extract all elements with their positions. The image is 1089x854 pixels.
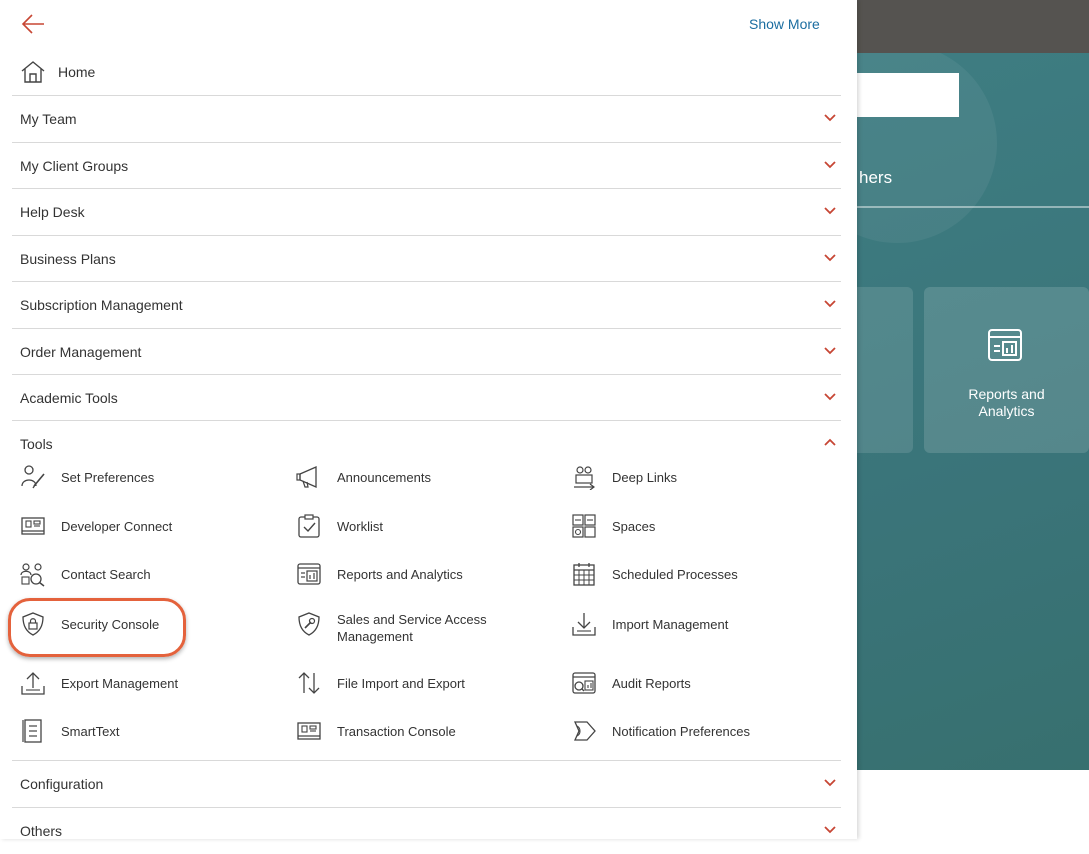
tool-label: File Import and Export xyxy=(337,675,465,691)
tool-import-management[interactable]: Import Management xyxy=(571,604,728,644)
tool-audit-reports[interactable]: Audit Reports xyxy=(571,663,691,703)
transaction-console-icon xyxy=(296,718,322,744)
tool-transaction-console[interactable]: Transaction Console xyxy=(296,711,456,751)
section-my-team[interactable]: My Team xyxy=(12,95,841,142)
home-icon xyxy=(20,59,46,85)
chevron-down-icon xyxy=(823,392,837,402)
tool-label: Announcements xyxy=(337,469,431,485)
worklist-icon xyxy=(296,513,322,539)
tool-smarttext[interactable]: SmartText xyxy=(20,711,120,751)
section-tools[interactable]: Tools xyxy=(12,420,841,452)
smarttext-icon xyxy=(20,718,46,744)
section-label: Subscription Management xyxy=(20,297,183,313)
tool-label: Sales and Service Access Management xyxy=(337,612,487,644)
tool-label: Deep Links xyxy=(612,469,678,485)
section-others[interactable]: Others xyxy=(12,807,841,854)
shield-lock-icon xyxy=(20,611,46,637)
contact-search-icon xyxy=(20,561,46,587)
chevron-down-icon xyxy=(823,113,837,123)
shield-wrench-icon xyxy=(296,611,322,637)
tool-file-import-export[interactable]: File Import and Export xyxy=(296,663,465,703)
tool-label: Scheduled Processes xyxy=(612,566,738,582)
tool-label: Import Management xyxy=(612,616,729,632)
section-subscription-management[interactable]: Subscription Management xyxy=(12,281,841,328)
section-label: Order Management xyxy=(20,344,142,360)
spaces-icon xyxy=(571,513,597,539)
reports-icon xyxy=(985,328,1025,362)
tool-security-console[interactable]: Security Console xyxy=(20,604,159,644)
tool-label: Spaces xyxy=(612,518,656,534)
tool-notification-preferences[interactable]: Notification Preferences xyxy=(571,711,750,751)
section-academic-tools[interactable]: Academic Tools xyxy=(12,374,841,421)
chevron-down-icon xyxy=(823,778,837,788)
tool-label: Audit Reports xyxy=(612,675,691,691)
tool-label: Worklist xyxy=(337,518,383,534)
tool-label: Security Console xyxy=(61,616,160,632)
card-label: Reports and Analytics xyxy=(968,386,1045,419)
app-tab-others[interactable]: hers xyxy=(859,168,892,188)
tool-label: Transaction Console xyxy=(337,723,456,739)
tool-label: Set Preferences xyxy=(61,469,155,485)
show-more-link[interactable]: Show More xyxy=(749,16,820,32)
navigator-drawer: Show More Home My Team My Client Groups … xyxy=(0,0,857,839)
deep-links-icon xyxy=(571,464,597,490)
section-my-client-groups[interactable]: My Client Groups xyxy=(12,142,841,189)
import-icon xyxy=(571,611,597,637)
app-footer-area xyxy=(857,770,1089,839)
notification-icon xyxy=(571,718,597,744)
tool-developer-connect[interactable]: Developer Connect xyxy=(20,506,172,546)
app-card-reports-analytics[interactable]: Reports and Analytics xyxy=(924,287,1089,453)
app-tab-divider xyxy=(857,206,1089,208)
tool-export-management[interactable]: Export Management xyxy=(20,663,178,703)
section-label: Others xyxy=(20,823,63,839)
preferences-icon xyxy=(20,464,46,490)
tool-label: Developer Connect xyxy=(61,518,173,534)
tool-label: Contact Search xyxy=(61,566,151,582)
chevron-down-icon xyxy=(823,160,837,170)
export-icon xyxy=(20,670,46,696)
chevron-down-icon xyxy=(823,253,837,263)
reports-icon xyxy=(296,561,322,587)
tool-label: SmartText xyxy=(61,723,120,739)
section-label: My Team xyxy=(20,111,77,127)
chevron-down-icon xyxy=(823,346,837,356)
home-link[interactable]: Home xyxy=(20,59,95,85)
chevron-down-icon xyxy=(823,825,837,835)
tool-deep-links[interactable]: Deep Links xyxy=(571,457,677,497)
tool-label: Reports and Analytics xyxy=(337,566,463,582)
tool-contact-search[interactable]: Contact Search xyxy=(20,554,151,594)
tool-set-preferences[interactable]: Set Preferences xyxy=(20,457,154,497)
tool-label: Export Management xyxy=(61,675,179,691)
file-import-export-icon xyxy=(296,670,322,696)
section-label: Configuration xyxy=(20,776,104,792)
audit-reports-icon xyxy=(571,670,597,696)
section-label: Tools xyxy=(20,436,53,452)
calendar-icon xyxy=(571,561,597,587)
tool-scheduled-processes[interactable]: Scheduled Processes xyxy=(571,554,738,594)
section-label: My Client Groups xyxy=(20,158,129,174)
section-help-desk[interactable]: Help Desk xyxy=(12,188,841,235)
section-order-management[interactable]: Order Management xyxy=(12,328,841,375)
tool-announcements[interactable]: Announcements xyxy=(296,457,431,497)
section-configuration[interactable]: Configuration xyxy=(12,760,841,807)
section-label: Academic Tools xyxy=(20,390,118,406)
section-business-plans[interactable]: Business Plans xyxy=(12,235,841,282)
tool-spaces[interactable]: Spaces xyxy=(571,506,655,546)
app-header-bar xyxy=(857,0,1089,53)
tool-reports-and-analytics[interactable]: Reports and Analytics xyxy=(296,554,463,594)
chevron-down-icon xyxy=(823,299,837,309)
developer-connect-icon xyxy=(20,513,46,539)
home-label: Home xyxy=(58,64,96,80)
chevron-down-icon xyxy=(823,206,837,216)
tool-sales-service-access-management[interactable]: Sales and Service Access Management xyxy=(296,611,512,651)
tool-label: Notification Preferences xyxy=(612,723,751,739)
tool-worklist[interactable]: Worklist xyxy=(296,506,383,546)
megaphone-icon xyxy=(296,464,322,490)
app-card-partial[interactable] xyxy=(857,287,913,453)
back-arrow-icon[interactable] xyxy=(20,12,46,36)
section-label: Help Desk xyxy=(20,204,85,220)
section-label: Business Plans xyxy=(20,251,116,267)
app-search-box[interactable] xyxy=(857,73,959,117)
chevron-up-icon xyxy=(823,437,837,447)
